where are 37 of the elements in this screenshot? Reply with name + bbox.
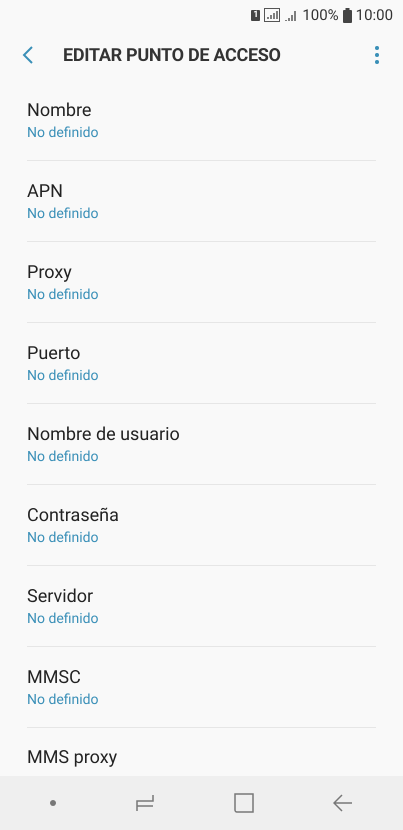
setting-value: No definido (27, 690, 100, 708)
setting-item[interactable]: MMS proxy (27, 728, 376, 776)
setting-value: No definido (27, 366, 100, 384)
signal-icon (264, 8, 280, 22)
setting-label: MMS proxy (27, 746, 118, 770)
battery-icon (342, 8, 352, 22)
setting-item[interactable]: Contraseña No definido (27, 485, 376, 566)
more-options-button[interactable] (373, 45, 381, 65)
setting-item[interactable]: Nombre No definido (27, 80, 376, 161)
setting-label: Proxy (27, 260, 73, 284)
signal-icon (284, 8, 298, 22)
setting-value: No definido (27, 124, 100, 142)
clock: 10:00 (356, 4, 393, 26)
setting-label: MMSC (27, 666, 82, 690)
setting-item[interactable]: APN No definido (27, 161, 376, 242)
setting-item[interactable]: Servidor No definido (27, 566, 376, 647)
setting-label: Puerto (27, 342, 82, 366)
setting-label: Servidor (27, 584, 94, 608)
setting-value: No definido (27, 448, 100, 466)
setting-label: Nombre de usuario (27, 422, 181, 446)
setting-label: APN (27, 180, 64, 204)
page-title: EDITAR PUNTO DE ACCESO (63, 44, 281, 68)
setting-value: No definido (27, 286, 100, 304)
setting-value: No definido (27, 204, 100, 222)
setting-item[interactable]: Proxy No definido (27, 242, 376, 323)
setting-value: No definido (27, 610, 100, 628)
setting-item[interactable]: Nombre de usuario No definido (27, 404, 376, 485)
setting-value: No definido (27, 528, 100, 546)
back-icon[interactable] (333, 794, 354, 812)
setting-item[interactable]: MMSC No definido (27, 647, 376, 728)
home-icon[interactable] (234, 793, 254, 813)
battery-percentage: 100% (302, 4, 339, 26)
setting-item[interactable]: Puerto No definido (27, 323, 376, 404)
setting-label: Contraseña (27, 504, 120, 528)
recent-apps-icon[interactable] (134, 794, 155, 812)
setting-label: Nombre (27, 98, 92, 122)
sim-badge: 1 (251, 10, 260, 20)
